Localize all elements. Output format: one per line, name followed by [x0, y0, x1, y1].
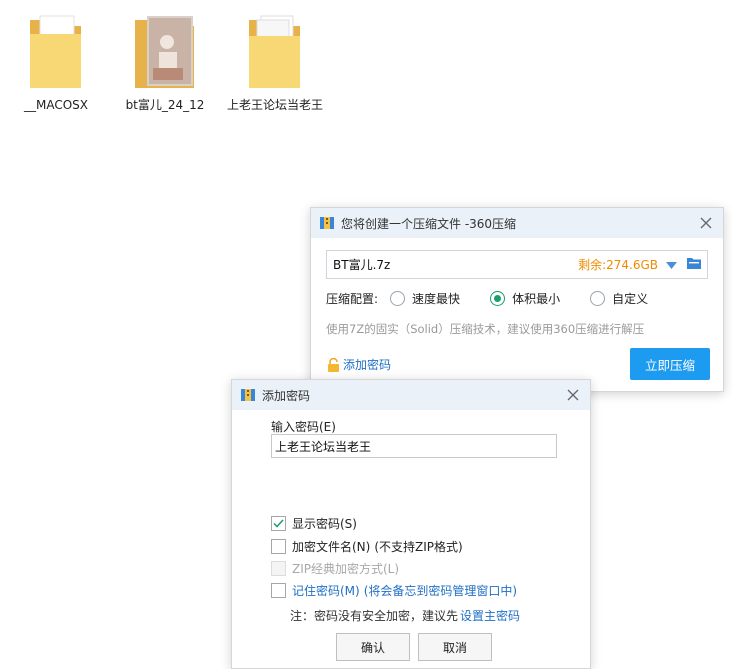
checkbox-disabled: [271, 561, 286, 576]
option-fastest[interactable]: 速度最快: [390, 290, 460, 307]
folder-open-icon: [687, 258, 701, 269]
folder-laowang[interactable]: 上老王论坛当老王: [227, 12, 323, 113]
set-master-password-link[interactable]: 设置主密码: [460, 609, 520, 623]
option-label: 自定义: [612, 292, 649, 306]
folder-label: bt富儿_24_12: [125, 98, 205, 112]
ok-button[interactable]: 确认: [336, 633, 410, 661]
folder-label: 上老王论坛当老王: [227, 98, 324, 112]
compress-now-button[interactable]: 立即压缩: [630, 348, 710, 380]
zip-classic-encryption-checkbox: ZIP经典加密方式(L): [271, 560, 399, 577]
show-password-checkbox[interactable]: 显示密码(S): [271, 515, 357, 532]
triangle-down-icon: [666, 261, 677, 269]
compress-dialog-title: 您将创建一个压缩文件 -360压缩: [341, 216, 517, 231]
option-smallest[interactable]: 体积最小: [490, 290, 560, 307]
close-icon: [700, 217, 712, 229]
folder-macosx[interactable]: __MACOSX: [8, 12, 104, 113]
add-password-label: 添加密码: [343, 358, 392, 372]
password-input-label: 输入密码(E): [271, 420, 336, 434]
free-space-label: 剩余:274.6GB: [578, 258, 658, 272]
folder-label: __MACOSX: [23, 98, 88, 112]
folder-photo-icon: [135, 16, 194, 88]
checkbox-label: 加密文件名(N): [292, 540, 371, 554]
folder-icon: [249, 15, 300, 88]
encrypt-filenames-checkbox[interactable]: 加密文件名(N) (不支持ZIP格式): [271, 538, 463, 555]
compress-config-row: 压缩配置: 速度最快 体积最小 自定义: [326, 290, 648, 307]
radio-button[interactable]: [390, 291, 406, 306]
checkbox[interactable]: [271, 539, 286, 554]
option-custom[interactable]: 自定义: [590, 290, 648, 307]
option-label: 体积最小: [512, 292, 561, 306]
checkbox-checked[interactable]: [271, 516, 286, 531]
add-password-link[interactable]: 添加密码: [327, 356, 391, 373]
password-dialog-titlebar[interactable]: 添加密码: [232, 380, 590, 410]
folder-icon: [30, 15, 81, 88]
close-icon: [567, 389, 579, 401]
checkbox-label: ZIP经典加密方式(L): [292, 562, 400, 576]
password-input[interactable]: [271, 434, 557, 458]
remember-password-checkbox[interactable]: 记住密码(M) (将会备忘到密码管理窗口中): [271, 582, 517, 599]
archive-app-icon: [241, 389, 255, 401]
browse-folder-button[interactable]: [687, 257, 701, 272]
checkbox-sublabel: (不支持ZIP格式): [374, 540, 463, 554]
solid-compression-hint: 使用7Z的固实（Solid）压缩技术，建议使用360压缩进行解压: [326, 322, 645, 336]
archive-filename[interactable]: BT富儿.7z: [333, 256, 578, 273]
close-button[interactable]: [564, 386, 582, 404]
checkbox-label: 记住密码(M): [292, 584, 360, 598]
compress-dialog-titlebar[interactable]: 您将创建一个压缩文件 -360压缩: [311, 208, 723, 238]
option-label: 速度最快: [412, 292, 461, 306]
password-dialog: 添加密码 输入密码(E) 显示密码(S) 加密文件名(N) (不支持ZIP格式)…: [231, 379, 591, 669]
radio-button[interactable]: [590, 291, 606, 306]
checkbox-label: 显示密码(S): [292, 517, 357, 531]
cancel-button[interactable]: 取消: [418, 633, 492, 661]
radio-button-selected[interactable]: [490, 291, 506, 306]
folder-bt[interactable]: bt富儿_24_12: [117, 12, 213, 113]
security-note: 注：密码没有安全加密，建议先 设置主密码: [290, 607, 520, 624]
archive-app-icon: [320, 217, 334, 229]
archive-name-field[interactable]: BT富儿.7z 剩余:274.6GB: [326, 250, 708, 279]
checkbox[interactable]: [271, 583, 286, 598]
compress-dialog: 您将创建一个压缩文件 -360压缩 BT富儿.7z 剩余:274.6GB 压缩配…: [310, 207, 724, 392]
lock-icon: [328, 357, 339, 372]
checkbox-sublabel: (将会备忘到密码管理窗口中): [363, 584, 518, 598]
checkmark-icon: [273, 519, 284, 528]
note-text: 注：密码没有安全加密，建议先: [290, 609, 459, 623]
config-label: 压缩配置:: [326, 292, 379, 306]
password-dialog-title: 添加密码: [262, 388, 311, 403]
format-dropdown[interactable]: [666, 258, 677, 272]
close-button[interactable]: [697, 214, 715, 232]
